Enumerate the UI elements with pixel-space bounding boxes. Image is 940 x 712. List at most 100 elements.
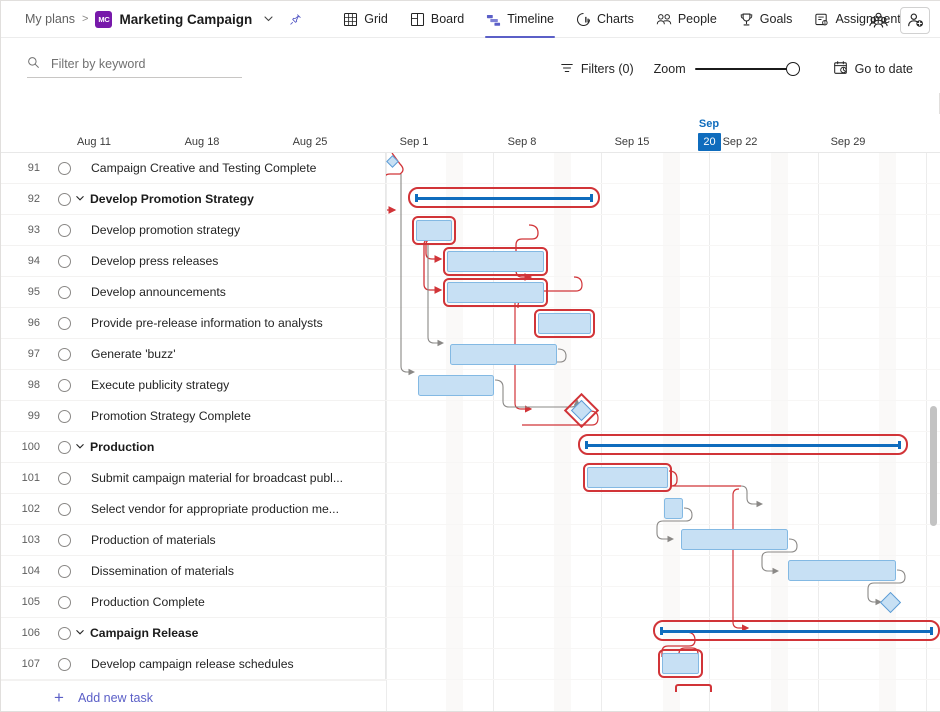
table-row[interactable]: 102 Select vendor for appropriate produc…: [1, 494, 386, 525]
pin-icon[interactable]: [289, 13, 302, 26]
chevron-down-icon[interactable]: [75, 193, 86, 205]
task-name[interactable]: Generate 'buzz': [91, 347, 176, 361]
table-row[interactable]: 103 Production of materials: [1, 525, 386, 556]
vertical-scrollbar[interactable]: [928, 153, 938, 711]
add-member-icon[interactable]: [900, 7, 930, 34]
breadcrumb-my-plans-link[interactable]: My plans: [25, 12, 75, 26]
add-new-task-row[interactable]: + Add new task: [1, 680, 386, 711]
task-bar[interactable]: [664, 498, 683, 519]
gantt-row[interactable]: [386, 525, 940, 556]
table-row[interactable]: 91 Campaign Creative and Testing Complet…: [1, 153, 386, 184]
zoom-slider-thumb[interactable]: [786, 62, 800, 76]
table-row[interactable]: 107 Develop campaign release schedules: [1, 649, 386, 680]
task-name[interactable]: Develop Promotion Strategy: [90, 192, 254, 206]
task-complete-checkbox[interactable]: [58, 534, 71, 547]
table-row[interactable]: 100 Production: [1, 432, 386, 463]
task-complete-checkbox[interactable]: [58, 379, 71, 392]
task-complete-checkbox[interactable]: [58, 658, 71, 671]
table-row[interactable]: 105 Production Complete: [1, 587, 386, 618]
timeline-date-header[interactable]: Sep 20 Aug 11 Aug 18 Aug 25 Sep 1 Sep 8 …: [1, 114, 940, 153]
goals-trophy-icon: [739, 12, 754, 27]
task-name[interactable]: Develop announcements: [91, 285, 226, 299]
task-complete-checkbox[interactable]: [58, 410, 71, 423]
task-bar-partial[interactable]: [675, 684, 712, 692]
tab-charts[interactable]: Charts: [565, 1, 645, 38]
task-name[interactable]: Dissemination of materials: [91, 564, 234, 578]
task-complete-checkbox[interactable]: [58, 503, 71, 516]
tab-people[interactable]: People: [645, 1, 728, 38]
members-group-icon[interactable]: [864, 6, 892, 34]
summary-bar[interactable]: [415, 194, 593, 201]
task-name[interactable]: Provide pre-release information to analy…: [91, 316, 323, 330]
gantt-row[interactable]: [386, 153, 940, 184]
task-complete-checkbox[interactable]: [58, 348, 71, 361]
table-row[interactable]: 93 Develop promotion strategy: [1, 215, 386, 246]
task-name[interactable]: Develop press releases: [91, 254, 218, 268]
zoom-control[interactable]: Zoom: [644, 57, 810, 81]
search-input[interactable]: [49, 56, 242, 72]
table-row[interactable]: 98 Execute publicity strategy: [1, 370, 386, 401]
table-row[interactable]: 96 Provide pre-release information to an…: [1, 308, 386, 339]
task-complete-checkbox[interactable]: [58, 255, 71, 268]
task-complete-checkbox[interactable]: [58, 193, 71, 206]
task-name[interactable]: Execute publicity strategy: [91, 378, 229, 392]
task-bar[interactable]: [418, 375, 494, 396]
table-row[interactable]: 104 Dissemination of materials: [1, 556, 386, 587]
task-bar[interactable]: [416, 220, 452, 241]
task-complete-checkbox[interactable]: [58, 596, 71, 609]
task-bar[interactable]: [538, 313, 591, 334]
gantt-row[interactable]: [386, 308, 940, 339]
zoom-slider[interactable]: [695, 61, 800, 77]
chevron-down-icon[interactable]: [75, 627, 86, 639]
task-name[interactable]: Submit campaign material for broadcast p…: [91, 471, 343, 485]
task-complete-checkbox[interactable]: [58, 627, 71, 640]
task-bar[interactable]: [447, 251, 544, 272]
chevron-down-icon[interactable]: [75, 441, 86, 453]
task-bar[interactable]: [662, 653, 699, 674]
table-row[interactable]: 106 Campaign Release: [1, 618, 386, 649]
tab-board[interactable]: Board: [399, 1, 475, 38]
gantt-canvas[interactable]: [386, 153, 940, 711]
task-name[interactable]: Campaign Creative and Testing Complete: [91, 161, 316, 175]
tab-timeline[interactable]: Timeline: [475, 1, 565, 38]
task-complete-checkbox[interactable]: [58, 317, 71, 330]
vertical-scrollbar-thumb[interactable]: [930, 406, 937, 526]
summary-bar[interactable]: [660, 627, 933, 634]
task-complete-checkbox[interactable]: [58, 162, 71, 175]
go-to-date-button[interactable]: Go to date: [823, 56, 923, 82]
task-bar[interactable]: [788, 560, 896, 581]
table-row[interactable]: 92 Develop Promotion Strategy: [1, 184, 386, 215]
task-name[interactable]: Develop promotion strategy: [91, 223, 240, 237]
task-complete-checkbox[interactable]: [58, 441, 71, 454]
task-name[interactable]: Promotion Strategy Complete: [91, 409, 251, 423]
add-new-task-label[interactable]: Add new task: [78, 691, 153, 705]
table-row[interactable]: 101 Submit campaign material for broadca…: [1, 463, 386, 494]
task-complete-checkbox[interactable]: [58, 224, 71, 237]
task-bar[interactable]: [587, 467, 668, 488]
task-bar[interactable]: [447, 282, 544, 303]
tab-goals[interactable]: Goals: [728, 1, 804, 38]
task-name[interactable]: Production: [90, 440, 154, 454]
gantt-row[interactable]: [386, 215, 940, 246]
task-name[interactable]: Campaign Release: [90, 626, 198, 640]
table-row[interactable]: 99 Promotion Strategy Complete: [1, 401, 386, 432]
task-complete-checkbox[interactable]: [58, 472, 71, 485]
task-name[interactable]: Select vendor for appropriate production…: [91, 502, 339, 516]
task-bar[interactable]: [681, 529, 788, 550]
chevron-down-icon[interactable]: [263, 13, 274, 26]
filters-button[interactable]: Filters (0): [550, 57, 644, 82]
gantt-row[interactable]: [386, 494, 940, 525]
task-complete-checkbox[interactable]: [58, 286, 71, 299]
table-row[interactable]: 97 Generate 'buzz': [1, 339, 386, 370]
gantt-row[interactable]: [386, 587, 940, 618]
summary-bar[interactable]: [585, 441, 901, 448]
task-name[interactable]: Production of materials: [91, 533, 216, 547]
table-row[interactable]: 94 Develop press releases: [1, 246, 386, 277]
table-row[interactable]: 95 Develop announcements: [1, 277, 386, 308]
gantt-row[interactable]: [386, 401, 940, 432]
task-bar[interactable]: [450, 344, 557, 365]
task-name[interactable]: Production Complete: [91, 595, 205, 609]
task-name[interactable]: Develop campaign release schedules: [91, 657, 294, 671]
task-complete-checkbox[interactable]: [58, 565, 71, 578]
tab-grid[interactable]: Grid: [332, 1, 399, 38]
